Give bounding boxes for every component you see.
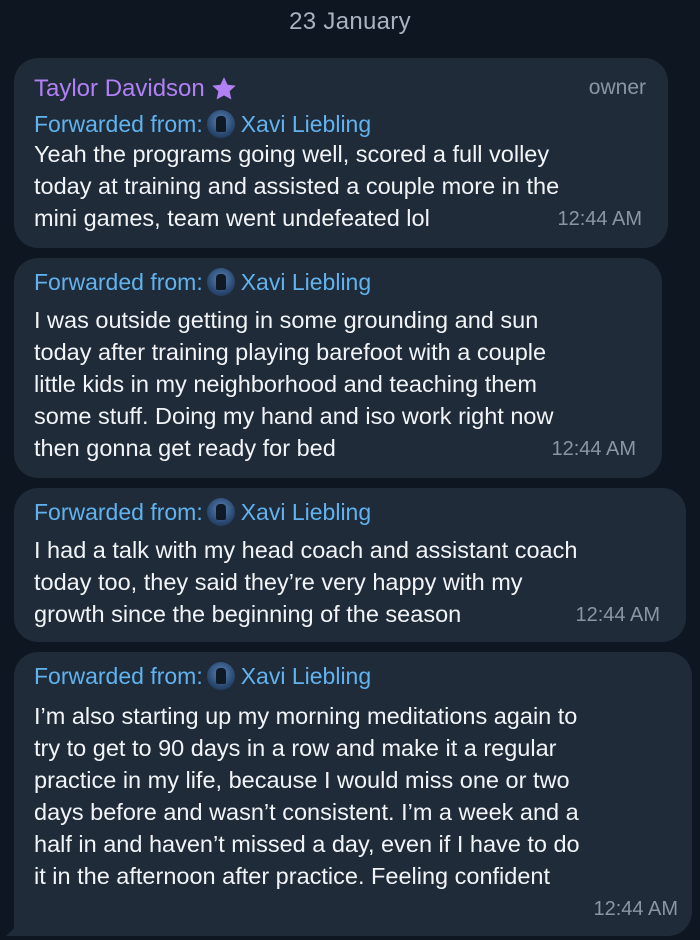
message-text: I was outside getting in some grounding … <box>34 304 553 464</box>
forwarded-from[interactable]: Forwarded from: Xavi Liebling <box>34 110 371 138</box>
avatar[interactable] <box>206 268 235 296</box>
owner-badge: owner <box>588 76 646 99</box>
forwarded-label: Forwarded from: <box>34 662 203 689</box>
message-line: mini games, team went undefeated lol <box>34 205 430 231</box>
message-bubble[interactable]: Forwarded from: Xavi Liebling I’m also s… <box>14 652 692 936</box>
message-line: I’m also starting up my morning meditati… <box>34 703 578 729</box>
sender-name[interactable]: Taylor Davidson <box>34 75 205 103</box>
message-bubble[interactable]: Forwarded from: Xavi Liebling I had a ta… <box>14 488 686 642</box>
star-icon <box>212 77 236 100</box>
message-line: then gonna get ready for bed <box>34 435 336 461</box>
message-time: 12:44 AM <box>557 208 642 230</box>
forwarded-label: Forwarded from: <box>34 498 203 525</box>
sender-row: Taylor Davidson <box>34 74 239 104</box>
message-line: I had a talk with my head coach and assi… <box>34 537 578 563</box>
message-time: 12:44 AM <box>593 898 678 920</box>
message-line: try to get to 90 days in a row and make … <box>34 735 557 761</box>
forwarded-name[interactable]: Xavi Liebling <box>241 111 371 138</box>
message-line: days before and wasn’t consistent. I’m a… <box>34 799 579 825</box>
message-line: practice in my life, because I would mis… <box>34 767 570 793</box>
message-time: 12:44 AM <box>551 438 636 460</box>
message-bubble[interactable]: Taylor Davidson owner Forwarded from: Xa… <box>14 58 668 248</box>
forwarded-label: Forwarded from: <box>34 110 203 137</box>
message-line: growth since the beginning of the season <box>34 601 462 627</box>
message-line: little kids in my neighborhood and teach… <box>34 371 537 397</box>
message-line: Yeah the programs going well, scored a f… <box>34 141 550 167</box>
forwarded-from[interactable]: Forwarded from: Xavi Liebling <box>34 498 371 526</box>
forwarded-name[interactable]: Xavi Liebling <box>241 499 371 526</box>
forwarded-name[interactable]: Xavi Liebling <box>241 663 371 690</box>
message-line: it in the afternoon after practice. Feel… <box>34 863 551 889</box>
avatar[interactable] <box>206 110 235 138</box>
message-text: I had a talk with my head coach and assi… <box>34 534 577 630</box>
message-line: today too, they said they’re very happy … <box>34 569 523 595</box>
date-header: 23 January <box>289 8 411 35</box>
forwarded-name[interactable]: Xavi Liebling <box>241 269 371 296</box>
avatar[interactable] <box>206 498 235 526</box>
message-text: I’m also starting up my morning meditati… <box>34 700 580 892</box>
message-bubble[interactable]: Forwarded from: Xavi Liebling I was outs… <box>14 258 662 478</box>
message-line: today after training playing barefoot wi… <box>34 339 547 365</box>
message-line: some stuff. Doing my hand and iso work r… <box>34 403 554 429</box>
forwarded-label: Forwarded from: <box>34 268 203 295</box>
message-line: today at training and assisted a couple … <box>34 173 560 199</box>
forwarded-from[interactable]: Forwarded from: Xavi Liebling <box>34 268 371 296</box>
avatar[interactable] <box>206 662 235 690</box>
message-time: 12:44 AM <box>575 604 660 626</box>
message-text: Yeah the programs going well, scored a f… <box>34 138 559 234</box>
message-line: I was outside getting in some grounding … <box>34 307 539 333</box>
message-line: half in and haven’t missed a day, even i… <box>34 831 580 857</box>
forwarded-from[interactable]: Forwarded from: Xavi Liebling <box>34 662 371 690</box>
